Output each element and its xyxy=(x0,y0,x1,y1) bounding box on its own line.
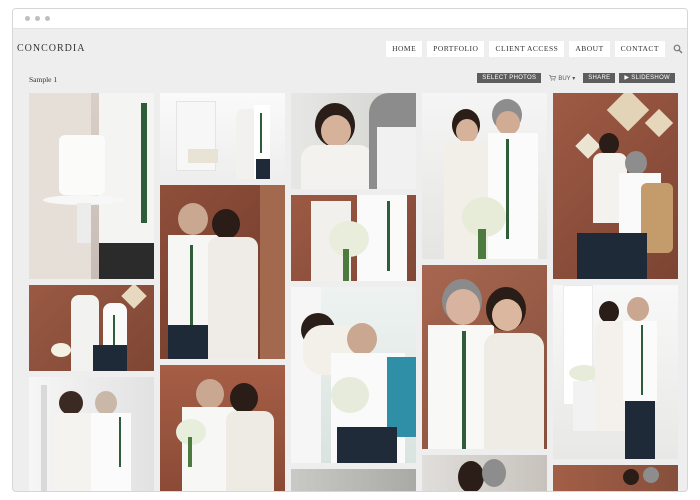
nav-about[interactable]: ABOUT xyxy=(569,41,610,57)
album-title: Sample 1 xyxy=(29,75,58,84)
buy-label: BUY ▾ xyxy=(558,75,576,82)
gallery-photo[interactable] xyxy=(553,285,678,459)
window-dot-icon xyxy=(35,16,40,21)
gallery-photo[interactable] xyxy=(422,93,547,259)
gallery-photo[interactable] xyxy=(291,195,416,281)
select-photos-button[interactable]: SELECT PHOTOS xyxy=(477,73,542,83)
gallery-photo[interactable] xyxy=(29,285,154,371)
site-logo[interactable]: CONCORDIA xyxy=(17,43,85,54)
gallery-photo[interactable] xyxy=(160,93,285,179)
album-tools: SELECT PHOTOS BUY ▾ SHARE ▶ SLIDESHOW xyxy=(477,73,675,83)
main-nav: HOME PORTFOLIO CLIENT ACCESS ABOUT CONTA… xyxy=(386,41,665,57)
gallery-photo[interactable] xyxy=(291,287,416,463)
gallery-photo[interactable] xyxy=(160,365,285,491)
gallery-photo[interactable] xyxy=(29,377,154,491)
slideshow-button[interactable]: ▶ SLIDESHOW xyxy=(619,73,675,83)
photo-gallery xyxy=(29,93,678,491)
gallery-photo[interactable] xyxy=(553,93,678,279)
gallery-photo[interactable] xyxy=(160,185,285,359)
nav-home[interactable]: HOME xyxy=(386,41,423,57)
search-icon[interactable] xyxy=(673,44,683,54)
album-toolbar: Sample 1 SELECT PHOTOS BUY ▾ SHARE ▶ SLI… xyxy=(13,73,687,87)
share-button[interactable]: SHARE xyxy=(583,73,616,83)
gallery-photo[interactable] xyxy=(422,265,547,449)
nav-client-access[interactable]: CLIENT ACCESS xyxy=(489,41,565,57)
buy-button[interactable]: BUY ▾ xyxy=(545,75,579,82)
site-header: CONCORDIA HOME PORTFOLIO CLIENT ACCESS A… xyxy=(13,29,687,69)
gallery-photo[interactable] xyxy=(553,465,678,491)
gallery-photo[interactable] xyxy=(291,469,416,491)
gallery-photo[interactable] xyxy=(29,93,154,279)
nav-contact[interactable]: CONTACT xyxy=(614,41,665,57)
gallery-photo[interactable] xyxy=(422,455,547,491)
window-dot-icon xyxy=(45,16,50,21)
window-dot-icon xyxy=(25,16,30,21)
cart-icon xyxy=(549,75,557,81)
nav-portfolio[interactable]: PORTFOLIO xyxy=(427,41,485,57)
gallery-photo[interactable] xyxy=(291,93,416,189)
browser-window: CONCORDIA HOME PORTFOLIO CLIENT ACCESS A… xyxy=(12,8,688,492)
window-chrome xyxy=(13,9,687,29)
